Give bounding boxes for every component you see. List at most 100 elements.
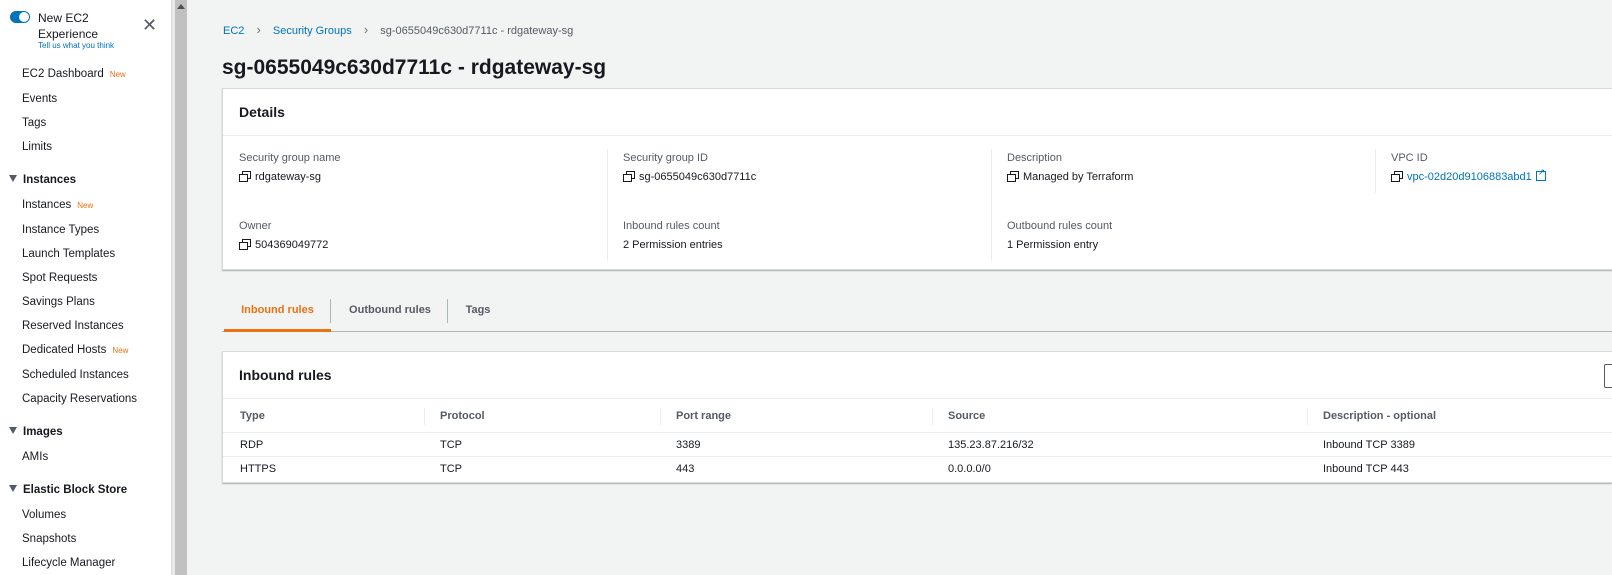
feedback-link[interactable]: Tell us what you think <box>38 41 114 50</box>
chevron-right-icon: › <box>256 22 261 37</box>
detail-label: Security group ID <box>623 152 708 164</box>
cell-port-range: 3389 <box>676 439 701 451</box>
detail-owner: Owner 504369049772 <box>239 220 328 251</box>
column-header-port-range[interactable]: Port range <box>676 399 731 433</box>
sidebar-item-label: Snapshots <box>22 533 77 545</box>
sidebar-item-instances[interactable]: Instances New <box>22 199 93 211</box>
detail-value: vpc-02d20d9106883abd1 <box>1391 167 1546 183</box>
external-link-icon[interactable] <box>1535 167 1546 181</box>
close-icon[interactable]: ✕ <box>142 16 157 34</box>
sidebar-section-instances[interactable]: Instances <box>9 174 76 186</box>
tab-tags[interactable]: Tags <box>454 290 502 332</box>
sidebar-item-limits[interactable]: Limits <box>22 141 52 153</box>
sidebar-item-savings-plans[interactable]: Savings Plans <box>22 296 95 308</box>
detail-label: Inbound rules count <box>623 220 720 232</box>
detail-label: Owner <box>239 220 272 232</box>
new-badge: New <box>109 70 126 79</box>
scroll-up-arrow-icon[interactable] <box>177 4 185 9</box>
new-badge: New <box>77 201 94 210</box>
sidebar-section-ebs[interactable]: Elastic Block Store <box>9 484 127 496</box>
sidebar-item-label: Launch Templates <box>22 248 116 260</box>
sidebar-section-images[interactable]: Images <box>9 426 63 438</box>
sidebar-item-volumes[interactable]: Volumes <box>22 509 66 521</box>
sidebar-item-label: Scheduled Instances <box>22 369 129 381</box>
sidebar-item-capacity-reservations[interactable]: Capacity Reservations <box>22 393 137 405</box>
sidebar-item-label: Savings Plans <box>22 296 95 308</box>
sidebar-item-label: Lifecycle Manager <box>22 557 116 569</box>
sidebar-item-launch-templates[interactable]: Launch Templates <box>22 248 115 260</box>
sidebar-item-reserved-instances[interactable]: Reserved Instances <box>22 320 124 332</box>
copy-icon[interactable] <box>1007 171 1019 182</box>
sidebar-scrollbar[interactable] <box>175 0 187 575</box>
detail-label: VPC ID <box>1391 152 1428 164</box>
edit-rules-button[interactable] <box>1604 364 1612 388</box>
inbound-rules-panel: Inbound rules Type Protocol Port range S… <box>222 351 1612 483</box>
section-label: Elastic Block Store <box>23 484 128 496</box>
detail-value: rdgateway-sg <box>239 171 341 183</box>
sidebar-item-label: Tags <box>22 117 47 129</box>
cell-protocol: TCP <box>440 463 462 475</box>
detail-description: Description Managed by Terraform <box>1007 152 1133 183</box>
sidebar-item-snapshots[interactable]: Snapshots <box>22 533 76 545</box>
sidebar-item-label: Spot Requests <box>22 272 98 284</box>
detail-sg-name: Security group name rdgateway-sg <box>239 152 341 183</box>
copy-icon[interactable] <box>239 239 251 250</box>
sidebar-item-label: Instances <box>22 199 72 211</box>
sidebar-item-label: Instance Types <box>22 224 100 236</box>
sidebar-item-scheduled-instances[interactable]: Scheduled Instances <box>22 369 129 381</box>
tab-separator <box>447 299 448 323</box>
sg-id-value: sg-0655049c630d7711c <box>639 171 757 183</box>
sidebar-item-amis[interactable]: AMIs <box>22 451 48 463</box>
detail-value: 504369049772 <box>239 239 328 251</box>
detail-sg-id: Security group ID sg-0655049c630d7711c <box>623 152 756 183</box>
vpc-id-link[interactable]: vpc-02d20d9106883abd1 <box>1407 171 1532 183</box>
tab-outbound-rules[interactable]: Outbound rules <box>340 290 440 332</box>
sidebar-item-lifecycle-manager[interactable]: Lifecycle Manager <box>22 557 115 569</box>
section-label: Instances <box>23 174 77 186</box>
column-resizer[interactable] <box>932 408 933 425</box>
sidebar-item-spot-requests[interactable]: Spot Requests <box>22 272 97 284</box>
breadcrumb-security-groups[interactable]: Security Groups <box>273 25 352 37</box>
sidebar-item-label: AMIs <box>22 451 49 463</box>
tab-bar: Inbound rules Outbound rules Tags <box>222 290 1612 332</box>
breadcrumb-ec2[interactable]: EC2 <box>223 25 244 37</box>
cell-type: HTTPS <box>240 463 277 475</box>
sidebar-item-ec2-dashboard[interactable]: EC2 Dashboard New <box>22 68 126 80</box>
sidebar-item-events[interactable]: Events <box>22 93 57 105</box>
column-divider <box>991 149 992 261</box>
details-header: Details <box>223 89 1612 136</box>
table-row: RDP TCP 3389 135.23.87.216/32 Inbound TC… <box>223 433 1612 457</box>
detail-outbound-count: Outbound rules count 1 Permission entry <box>1007 220 1112 251</box>
cell-port-range: 443 <box>676 463 695 475</box>
copy-icon[interactable] <box>1391 171 1403 182</box>
column-divider <box>1375 149 1376 193</box>
detail-value: 2 Permission entries <box>623 239 723 251</box>
column-resizer[interactable] <box>424 408 425 425</box>
detail-value: Managed by Terraform <box>1007 171 1133 183</box>
table-row: HTTPS TCP 443 0.0.0.0/0 Inbound TCP 443 <box>223 457 1612 481</box>
copy-icon[interactable] <box>239 171 251 182</box>
sidebar-item-label: Limits <box>22 141 53 153</box>
detail-label: Security group name <box>239 152 341 164</box>
inbound-rules-title: Inbound rules <box>239 367 332 383</box>
column-resizer[interactable] <box>660 408 661 425</box>
column-resizer[interactable] <box>1307 408 1308 425</box>
column-header-description[interactable]: Description - optional <box>1323 399 1436 433</box>
new-badge: New <box>112 346 129 355</box>
cell-type: RDP <box>240 439 264 451</box>
breadcrumb-current: sg-0655049c630d7711c - rdgateway-sg <box>380 25 574 37</box>
copy-icon[interactable] <box>623 171 635 182</box>
cell-source: 135.23.87.216/32 <box>948 439 1034 451</box>
caret-down-icon <box>9 427 17 434</box>
column-header-source[interactable]: Source <box>948 399 985 433</box>
caret-down-icon <box>9 485 17 492</box>
chevron-right-icon: › <box>363 22 369 37</box>
sidebar-item-instance-types[interactable]: Instance Types <box>22 224 99 236</box>
column-header-type[interactable]: Type <box>240 399 265 433</box>
column-header-protocol[interactable]: Protocol <box>440 399 485 433</box>
sidebar-item-dedicated-hosts[interactable]: Dedicated Hosts New <box>22 344 128 356</box>
tab-inbound-rules[interactable]: Inbound rules <box>224 290 331 332</box>
sidebar-item-tags[interactable]: Tags <box>22 117 46 129</box>
new-experience-toggle[interactable] <box>10 11 30 23</box>
sg-name-value: rdgateway-sg <box>255 171 322 183</box>
